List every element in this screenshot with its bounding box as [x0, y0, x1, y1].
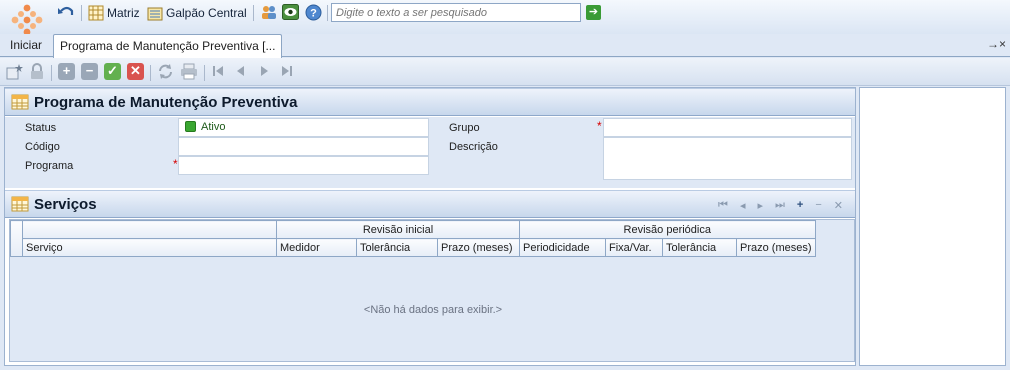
grid-next-icon[interactable]: ▸ — [757, 199, 763, 212]
toolbar-separator — [81, 5, 82, 21]
services-table: Revisão inicial Revisão periódica Serviç… — [10, 220, 816, 257]
new-record-icon[interactable] — [6, 63, 24, 80]
action-toolbar: + − ✓ ✕ — [0, 58, 1010, 86]
col-tolerancia-inicial[interactable]: Tolerância — [356, 238, 438, 257]
grid-prev-icon[interactable]: ◂ — [740, 199, 746, 212]
tab-close-controls[interactable]: →× — [987, 37, 1006, 51]
status-active-icon — [185, 121, 196, 132]
col-prazo-periodica[interactable]: Prazo (meses) — [736, 238, 816, 257]
programa-required-mark: * — [173, 157, 178, 171]
codigo-label: Código — [25, 141, 60, 153]
grupo-field[interactable] — [603, 118, 852, 137]
first-record-icon[interactable] — [211, 64, 225, 78]
table-icon — [11, 94, 29, 110]
remove-button[interactable]: − — [81, 63, 98, 80]
grid-icon — [88, 5, 104, 21]
services-title: Serviços — [34, 196, 97, 213]
revisao-periodica-header: Revisão periódica — [519, 220, 816, 239]
print-icon[interactable] — [180, 63, 198, 80]
help-icon[interactable]: ? — [305, 4, 322, 21]
undo-icon[interactable] — [57, 4, 75, 20]
col-tolerancia-periodica[interactable]: Tolerância — [662, 238, 737, 257]
tab-programa-manutencao[interactable]: Programa de Manutenção Preventiva [... — [53, 34, 283, 58]
previous-record-icon[interactable] — [234, 64, 248, 78]
blank-group-header — [22, 220, 277, 239]
toolbar-separator — [51, 65, 52, 81]
warehouse-icon — [147, 7, 163, 21]
services-section-header: Serviços ⏮ ◂ ▸ ⏭ + − ✕ — [5, 190, 855, 218]
group-header-row: Revisão inicial Revisão periódica — [10, 220, 816, 257]
refresh-icon[interactable] — [157, 63, 174, 80]
table-icon — [11, 196, 29, 212]
right-side-panel — [859, 87, 1006, 366]
header-section: Programa de Manutenção Preventiva — [5, 88, 855, 116]
row-indicator-header — [10, 220, 23, 257]
toolbar-separator — [204, 65, 205, 81]
col-servico[interactable]: Serviço — [22, 238, 277, 257]
next-record-icon[interactable] — [257, 64, 271, 78]
search-go-button[interactable]: ➔ — [586, 5, 601, 20]
programa-field[interactable] — [178, 156, 429, 175]
col-periodicidade[interactable]: Periodicidade — [519, 238, 606, 257]
toolbar-separator — [253, 5, 254, 21]
main-panel: Programa de Manutenção Preventiva Status… — [4, 87, 856, 366]
add-button[interactable]: + — [58, 63, 75, 80]
descricao-field[interactable] — [603, 137, 852, 180]
grid-navigation: ⏮ ◂ ▸ ⏭ + − ✕ — [718, 199, 843, 212]
top-toolbar: Matriz Galpão Central ? ➔ — [0, 0, 1010, 37]
cancel-button[interactable]: ✕ — [127, 63, 144, 80]
grupo-required-mark: * — [597, 119, 602, 133]
grid-last-icon[interactable]: ⏭ — [775, 199, 785, 212]
users-icon[interactable] — [260, 4, 278, 20]
galpao-button[interactable]: Galpão Central — [147, 3, 247, 23]
app-logo-icon[interactable] — [10, 3, 44, 37]
programa-label: Programa — [25, 160, 74, 172]
tab-strip: Iniciar Programa de Manutenção Preventiv… — [0, 34, 1010, 58]
col-medidor[interactable]: Medidor — [276, 238, 357, 257]
grid-cancel-icon[interactable]: ✕ — [834, 199, 843, 212]
galpao-label: Galpão Central — [166, 6, 247, 20]
matriz-label: Matriz — [107, 6, 140, 20]
program-form: Status Ativo Código Programa * Grupo * D… — [5, 117, 855, 188]
grid-remove-icon[interactable]: − — [815, 199, 821, 212]
last-record-icon[interactable] — [280, 64, 294, 78]
grid-add-icon[interactable]: + — [797, 199, 803, 212]
confirm-button[interactable]: ✓ — [104, 63, 121, 80]
toolbar-separator — [150, 65, 151, 81]
col-fixa-var[interactable]: Fixa/Var. — [605, 238, 663, 257]
toolbar-separator — [327, 5, 328, 21]
status-value: Ativo — [201, 121, 226, 133]
empty-grid-message: <Não há dados para exibir.> — [363, 304, 503, 316]
codigo-field[interactable] — [178, 137, 429, 156]
matriz-button[interactable]: Matriz — [88, 3, 140, 23]
descricao-label: Descrição — [449, 141, 498, 153]
grupo-label: Grupo — [449, 122, 480, 134]
revisao-inicial-header: Revisão inicial — [276, 220, 520, 239]
search-input[interactable] — [331, 3, 581, 22]
services-grid: Revisão inicial Revisão periódica Serviç… — [9, 219, 855, 362]
status-label: Status — [25, 122, 57, 134]
grid-first-icon[interactable]: ⏮ — [718, 199, 728, 212]
status-field[interactable]: Ativo — [178, 118, 429, 137]
tab-iniciar[interactable]: Iniciar — [4, 34, 48, 57]
svg-text:?: ? — [310, 8, 317, 20]
page-title: Programa de Manutenção Preventiva — [34, 94, 298, 111]
col-prazo-inicial[interactable]: Prazo (meses) — [437, 238, 520, 257]
view-icon[interactable] — [282, 4, 299, 20]
column-header-row: Serviço Medidor Tolerância Prazo (meses)… — [11, 238, 816, 257]
lock-icon[interactable] — [29, 63, 45, 80]
